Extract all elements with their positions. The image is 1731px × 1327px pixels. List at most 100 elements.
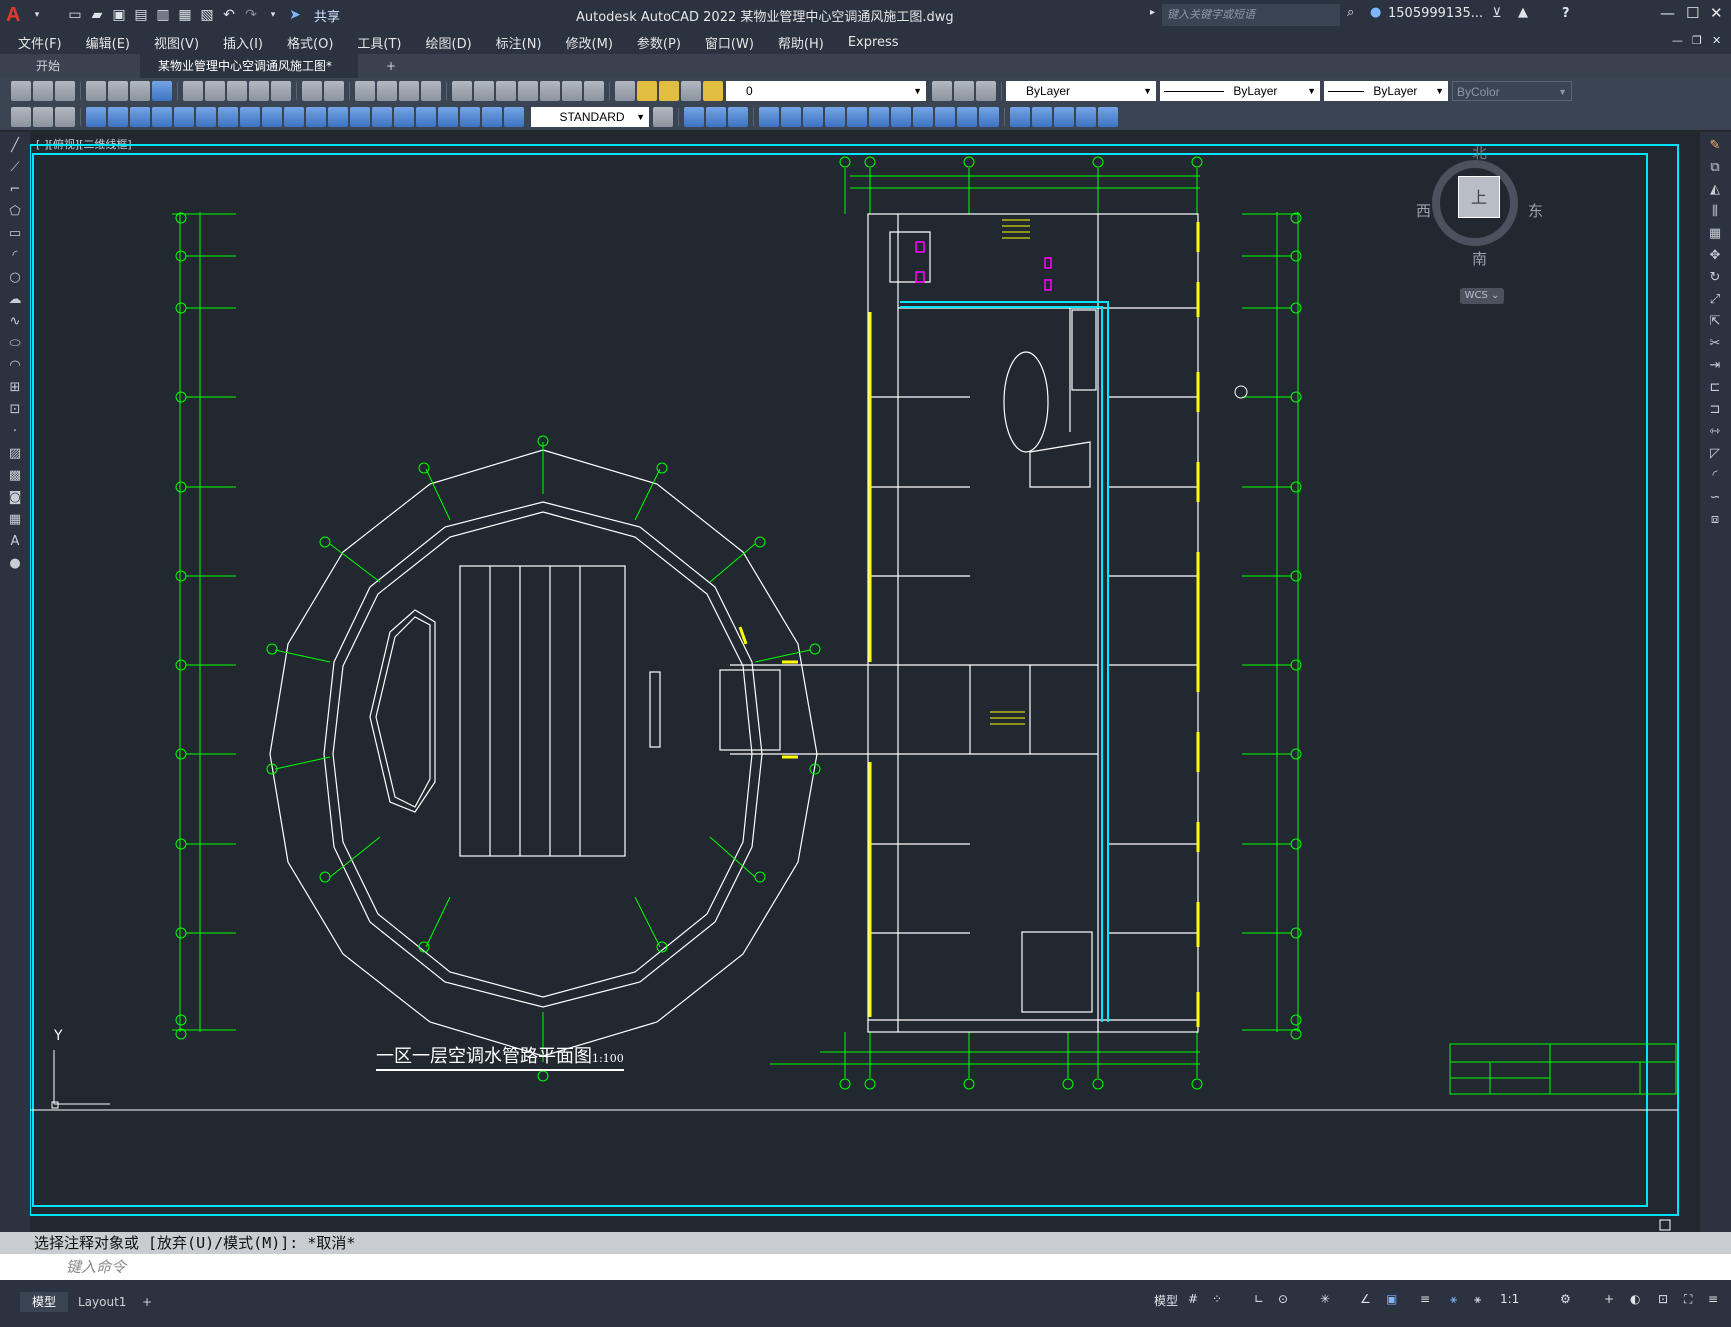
help-icon[interactable]	[584, 81, 604, 101]
cart-icon[interactable]: ⊻	[1492, 6, 1502, 21]
zoom-previous-icon[interactable]	[421, 81, 441, 101]
make-block-icon[interactable]: ⊡	[6, 402, 24, 418]
doc-minimize-button[interactable]: —	[1672, 34, 1683, 47]
plotstyle-select[interactable]: ByColor ▼	[1452, 81, 1572, 101]
ortho-icon[interactable]: ∟	[1254, 1292, 1264, 1306]
auto-scale-icon[interactable]: ⚹	[1474, 1292, 1481, 1307]
point-icon[interactable]: ·	[6, 424, 24, 440]
doc-close-button[interactable]: ✕	[1712, 34, 1721, 47]
arc-icon[interactable]: ◜	[6, 248, 24, 264]
array-icon[interactable]: ▦	[1706, 226, 1724, 242]
user-icon[interactable]: ●	[1370, 5, 1381, 20]
dim-style-icon[interactable]	[653, 107, 673, 127]
save-icon[interactable]	[55, 81, 75, 101]
join-icon[interactable]	[913, 107, 933, 127]
ellipse-icon[interactable]: ⬭	[6, 336, 24, 352]
share-button[interactable]: 共享	[314, 6, 340, 25]
cut-icon[interactable]	[183, 81, 203, 101]
viewcube-face-top[interactable]: 上	[1458, 176, 1500, 218]
undo-icon[interactable]	[302, 81, 322, 101]
rotate-icon[interactable]	[781, 107, 801, 127]
color-select[interactable]: ByLayer ▼	[1006, 81, 1156, 101]
match-properties-icon[interactable]	[249, 81, 269, 101]
isolate-objects-icon[interactable]: ◐	[1630, 1292, 1640, 1306]
selection-cycling-icon[interactable]: ▣	[1386, 1292, 1397, 1306]
save-as-icon[interactable]: ▤	[132, 6, 150, 24]
dim-aligned-icon[interactable]	[108, 107, 128, 127]
mtext-icon[interactable]: A	[6, 534, 24, 550]
annotation-scale[interactable]: 1:1	[1500, 1292, 1519, 1306]
dim-break-icon[interactable]	[350, 107, 370, 127]
extend-icon[interactable]: ⇥	[1706, 358, 1724, 374]
grid-icon[interactable]: #	[1188, 1292, 1198, 1306]
add-layout-button[interactable]: +	[130, 1292, 164, 1312]
offset-icon[interactable]: ⫼	[1706, 204, 1724, 220]
menu-draw[interactable]: 绘图(D)	[414, 33, 484, 52]
inspection-icon[interactable]	[416, 107, 436, 127]
polygon-icon[interactable]: ⬠	[6, 204, 24, 220]
lineweight-toggle-icon[interactable]: ≡	[1420, 1292, 1430, 1306]
multiline-icon[interactable]	[33, 107, 53, 127]
drawing-canvas[interactable]: [-][俯视][二维线框] 一区一层空调水管路平面图1:100 Y 上 北 南 …	[30, 132, 1700, 1232]
redo-icon[interactable]: ↷	[242, 6, 260, 24]
tab-layout1[interactable]: Layout1	[66, 1292, 138, 1312]
zoom-realtime-icon[interactable]	[377, 81, 397, 101]
erase-icon[interactable]	[684, 107, 704, 127]
publish-icon[interactable]	[130, 81, 150, 101]
plot-icon[interactable]: ▧	[198, 6, 216, 24]
plot-preview-icon[interactable]	[108, 81, 128, 101]
search-expand-icon[interactable]: ▸	[1150, 7, 1155, 18]
compass-north[interactable]: 北	[1472, 142, 1487, 163]
revcloud-icon[interactable]	[55, 107, 75, 127]
rotate-icon[interactable]: ↻	[1706, 270, 1724, 286]
layer-select[interactable]: 0 ▼	[726, 81, 926, 101]
autodesk-app-icon[interactable]: ▲	[1518, 5, 1528, 20]
calculator-icon[interactable]	[562, 81, 582, 101]
compass-south[interactable]: 南	[1472, 248, 1487, 269]
save-to-web-icon[interactable]: ▦	[176, 6, 194, 24]
maximize-button[interactable]: ☐	[1686, 4, 1699, 22]
hatch-back-icon[interactable]	[1098, 107, 1118, 127]
workspace-gear-icon[interactable]: ⚙	[1560, 1292, 1571, 1306]
customize-qat-icon[interactable]: ▾	[264, 6, 282, 24]
dim-baseline-icon[interactable]	[284, 107, 304, 127]
menu-view[interactable]: 视图(V)	[142, 33, 211, 52]
table-icon[interactable]: ▦	[6, 512, 24, 528]
help-icon[interactable]: ?	[1562, 6, 1570, 21]
zoom-window-icon[interactable]	[399, 81, 419, 101]
trim-icon[interactable]	[847, 107, 867, 127]
add-selected-icon[interactable]: ●	[6, 556, 24, 572]
layer-viewport-icon[interactable]	[681, 81, 701, 101]
3d-print-icon[interactable]	[152, 81, 172, 101]
viewcube[interactable]: 上 北 南 西 东 WCS ⌄	[1416, 144, 1543, 304]
trim-icon[interactable]: ✂	[1706, 336, 1724, 352]
text-front-icon[interactable]	[1076, 107, 1096, 127]
compass-east[interactable]: 东	[1528, 200, 1543, 221]
move-icon[interactable]: ✥	[1706, 248, 1724, 264]
open-icon[interactable]	[33, 81, 53, 101]
dim-style-select[interactable]: STANDARD ▼	[531, 107, 649, 127]
move-icon[interactable]	[759, 107, 779, 127]
dim-continue-icon[interactable]	[306, 107, 326, 127]
gradient-icon[interactable]: ▩	[6, 468, 24, 484]
copy-icon[interactable]	[205, 81, 225, 101]
dim-diameter-icon[interactable]	[218, 107, 238, 127]
blend-icon[interactable]: ∽	[1706, 490, 1724, 506]
layer-properties-icon[interactable]	[615, 81, 635, 101]
annotation-monitor-icon[interactable]: +	[1604, 1292, 1614, 1306]
menu-dimension[interactable]: 标注(N)	[484, 33, 554, 52]
tab-document[interactable]: 某物业管理中心空调通风施工图* ✕	[140, 54, 358, 97]
bring-front-icon[interactable]	[1032, 107, 1052, 127]
save-icon[interactable]: ▣	[110, 6, 128, 24]
layer-lock-icon[interactable]	[703, 81, 723, 101]
mirror-icon[interactable]: ◭	[1706, 182, 1724, 198]
tab-model[interactable]: 模型	[20, 1292, 69, 1312]
polyline-icon[interactable]: ⌐	[6, 182, 24, 198]
send-back-icon[interactable]	[1054, 107, 1074, 127]
tab-start[interactable]: 开始	[18, 54, 138, 78]
customization-icon[interactable]: ≡	[1708, 1292, 1718, 1306]
otrack-icon[interactable]: ∠	[1360, 1292, 1371, 1306]
dim-linear-icon[interactable]	[86, 107, 106, 127]
scale-icon[interactable]: ⤢	[1706, 292, 1724, 308]
dim-update-icon[interactable]	[504, 107, 524, 127]
